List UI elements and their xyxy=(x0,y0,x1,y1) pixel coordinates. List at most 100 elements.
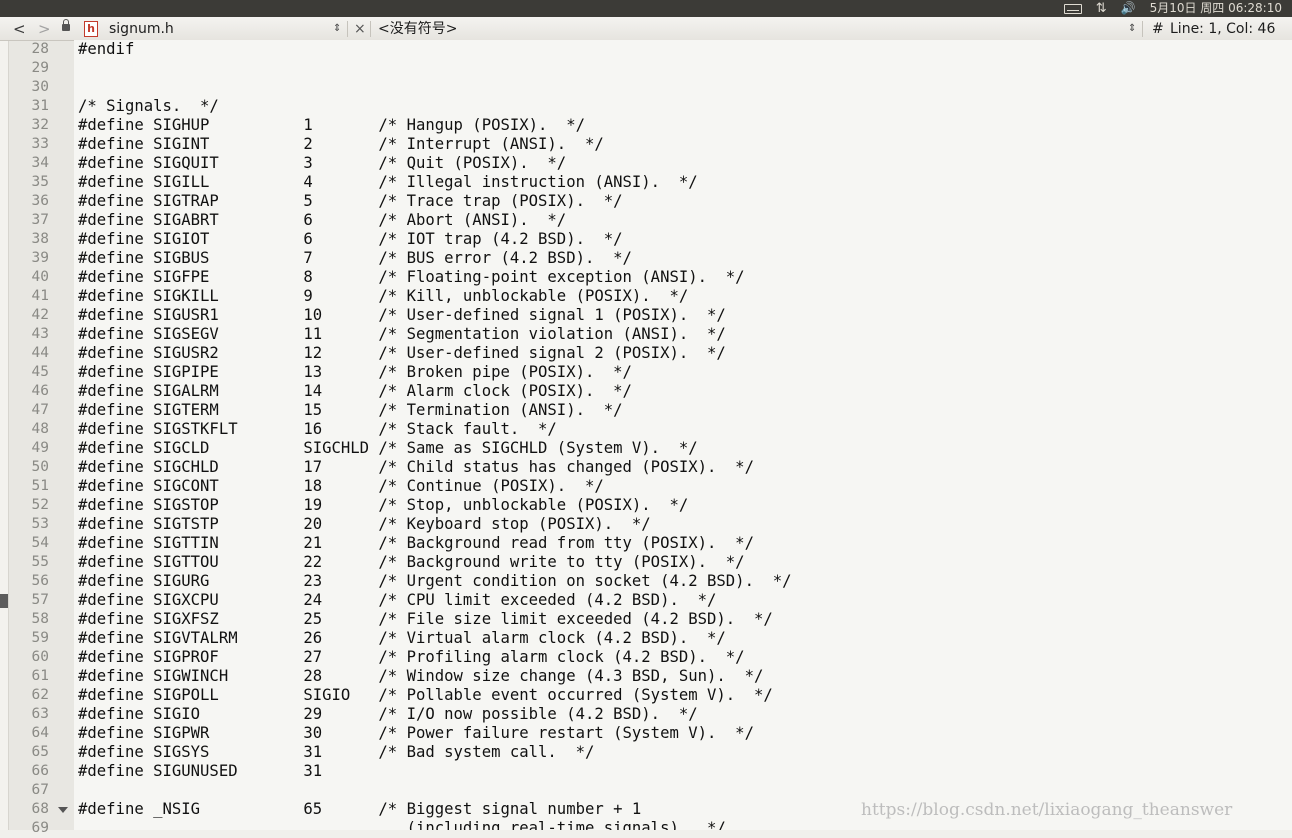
code-line[interactable]: #define SIGBUS 7 /* BUS error (4.2 BSD).… xyxy=(74,249,1292,268)
volume-icon[interactable]: 🔊 xyxy=(1121,0,1136,17)
document-selector-arrows-icon[interactable]: ⇕ xyxy=(333,17,341,41)
line-number: 35 xyxy=(31,174,49,190)
fold-toggle-icon[interactable] xyxy=(58,807,68,813)
code-line[interactable]: #define SIGSYS 31 /* Bad system call. */ xyxy=(74,743,1292,762)
toolbar-divider xyxy=(1142,21,1143,37)
line-number: 64 xyxy=(31,725,49,741)
code-line[interactable] xyxy=(74,59,1292,78)
network-icon[interactable]: ⇅ xyxy=(1096,0,1107,17)
line-number: 45 xyxy=(31,364,49,380)
symbol-selector[interactable]: <没有符号> xyxy=(378,17,457,41)
line-number: 57 xyxy=(31,592,49,608)
code-line[interactable]: #define SIGCONT 18 /* Continue (POSIX). … xyxy=(74,477,1292,496)
line-number: 46 xyxy=(31,383,49,399)
code-line[interactable]: #define SIGUNUSED 31 xyxy=(74,762,1292,781)
code-line[interactable]: #endif xyxy=(74,40,1292,59)
code-line[interactable]: #define SIGUSR2 12 /* User-defined signa… xyxy=(74,344,1292,363)
code-line[interactable]: #define SIGSTOP 19 /* Stop, unblockable … xyxy=(74,496,1292,515)
back-button[interactable]: < xyxy=(13,17,26,41)
code-line[interactable]: #define SIGILL 4 /* Illegal instruction … xyxy=(74,173,1292,192)
line-number: 69 xyxy=(31,820,49,836)
line-number: 59 xyxy=(31,630,49,646)
hash-icon: # xyxy=(1152,21,1164,37)
line-number: 51 xyxy=(31,478,49,494)
code-line[interactable]: #define SIGSTKFLT 16 /* Stack fault. */ xyxy=(74,420,1292,439)
header-file-icon: h xyxy=(84,21,98,37)
code-line[interactable]: #define SIGWINCH 28 /* Window size chang… xyxy=(74,667,1292,686)
line-number: 28 xyxy=(31,41,49,57)
system-indicators: ⇅ 🔊 5月10日 周四 06:28:10 xyxy=(1063,0,1282,17)
line-number: 53 xyxy=(31,516,49,532)
line-number: 61 xyxy=(31,668,49,684)
code-line[interactable]: #define SIGTTIN 21 /* Background read fr… xyxy=(74,534,1292,553)
toolbar-divider xyxy=(370,21,371,37)
code-line[interactable]: #define SIGINT 2 /* Interrupt (ANSI). */ xyxy=(74,135,1292,154)
line-number: 65 xyxy=(31,744,49,760)
line-number: 52 xyxy=(31,497,49,513)
symbol-selector-arrows-icon[interactable]: ⇕ xyxy=(1128,17,1136,41)
code-line[interactable]: #define SIGCHLD 17 /* Child status has c… xyxy=(74,458,1292,477)
line-number: 66 xyxy=(31,763,49,779)
code-line[interactable]: #define SIGURG 23 /* Urgent condition on… xyxy=(74,572,1292,591)
cursor-position-indicator[interactable]: Line: 1, Col: 46 xyxy=(1170,17,1275,41)
code-editor-text-area[interactable]: #endif /* Signals. */#define SIGHUP 1 /* … xyxy=(74,40,1292,830)
line-number: 37 xyxy=(31,212,49,228)
line-number: 36 xyxy=(31,193,49,209)
line-number: 60 xyxy=(31,649,49,665)
line-number: 33 xyxy=(31,136,49,152)
line-number: 58 xyxy=(31,611,49,627)
line-number: 38 xyxy=(31,231,49,247)
code-line[interactable]: #define SIGXFSZ 25 /* File size limit ex… xyxy=(74,610,1292,629)
code-line[interactable]: #define SIGTERM 15 /* Termination (ANSI)… xyxy=(74,401,1292,420)
lock-icon xyxy=(62,19,70,31)
code-line[interactable]: #define SIGCLD SIGCHLD /* Same as SIGCHL… xyxy=(74,439,1292,458)
code-line[interactable]: #define SIGIOT 6 /* IOT trap (4.2 BSD). … xyxy=(74,230,1292,249)
document-selector[interactable]: signum.h xyxy=(109,17,174,41)
line-number: 39 xyxy=(31,250,49,266)
code-line[interactable]: (including real-time signals). */ xyxy=(74,819,1292,830)
code-line[interactable] xyxy=(74,781,1292,800)
code-line[interactable]: #define SIGTTOU 22 /* Background write t… xyxy=(74,553,1292,572)
code-line[interactable]: #define SIGQUIT 3 /* Quit (POSIX). */ xyxy=(74,154,1292,173)
code-line[interactable]: #define SIGALRM 14 /* Alarm clock (POSIX… xyxy=(74,382,1292,401)
forward-button[interactable]: > xyxy=(38,17,51,41)
code-line[interactable]: #define SIGHUP 1 /* Hangup (POSIX). */ xyxy=(74,116,1292,135)
line-number: 56 xyxy=(31,573,49,589)
toolbar-divider xyxy=(347,21,348,37)
line-number: 32 xyxy=(31,117,49,133)
code-line[interactable]: #define SIGIO 29 /* I/O now possible (4.… xyxy=(74,705,1292,724)
line-number: 49 xyxy=(31,440,49,456)
line-number: 47 xyxy=(31,402,49,418)
keyboard-icon[interactable] xyxy=(1063,3,1082,14)
line-number: 29 xyxy=(31,60,49,76)
line-number: 67 xyxy=(31,782,49,798)
line-number: 44 xyxy=(31,345,49,361)
code-line[interactable]: #define SIGPROF 27 /* Profiling alarm cl… xyxy=(74,648,1292,667)
code-line[interactable]: #define SIGABRT 6 /* Abort (ANSI). */ xyxy=(74,211,1292,230)
code-line[interactable]: #define SIGTSTP 20 /* Keyboard stop (POS… xyxy=(74,515,1292,534)
code-line[interactable]: #define SIGUSR1 10 /* User-defined signa… xyxy=(74,306,1292,325)
line-number: 42 xyxy=(31,307,49,323)
code-line[interactable]: #define SIGXCPU 24 /* CPU limit exceeded… xyxy=(74,591,1292,610)
line-number: 31 xyxy=(31,98,49,114)
code-line[interactable] xyxy=(74,78,1292,97)
code-line[interactable]: #define SIGPIPE 13 /* Broken pipe (POSIX… xyxy=(74,363,1292,382)
code-line[interactable]: #define SIGPWR 30 /* Power failure resta… xyxy=(74,724,1292,743)
code-line[interactable]: #define SIGKILL 9 /* Kill, unblockable (… xyxy=(74,287,1292,306)
line-number: 40 xyxy=(31,269,49,285)
code-line[interactable]: /* Signals. */ xyxy=(74,97,1292,116)
system-clock[interactable]: 5月10日 周四 06:28:10 xyxy=(1150,0,1282,17)
line-number: 41 xyxy=(31,288,49,304)
code-line[interactable]: #define SIGFPE 8 /* Floating-point excep… xyxy=(74,268,1292,287)
code-line[interactable]: #define SIGTRAP 5 /* Trace trap (POSIX).… xyxy=(74,192,1292,211)
code-line[interactable]: #define SIGPOLL SIGIO /* Pollable event … xyxy=(74,686,1292,705)
code-line[interactable]: #define SIGSEGV 11 /* Segmentation viola… xyxy=(74,325,1292,344)
close-document-button[interactable]: × xyxy=(354,17,366,41)
line-number: 55 xyxy=(31,554,49,570)
line-number: 50 xyxy=(31,459,49,475)
line-number: 34 xyxy=(31,155,49,171)
line-number: 43 xyxy=(31,326,49,342)
line-number: 54 xyxy=(31,535,49,551)
line-number: 30 xyxy=(31,79,49,95)
code-line[interactable]: #define SIGVTALRM 26 /* Virtual alarm cl… xyxy=(74,629,1292,648)
